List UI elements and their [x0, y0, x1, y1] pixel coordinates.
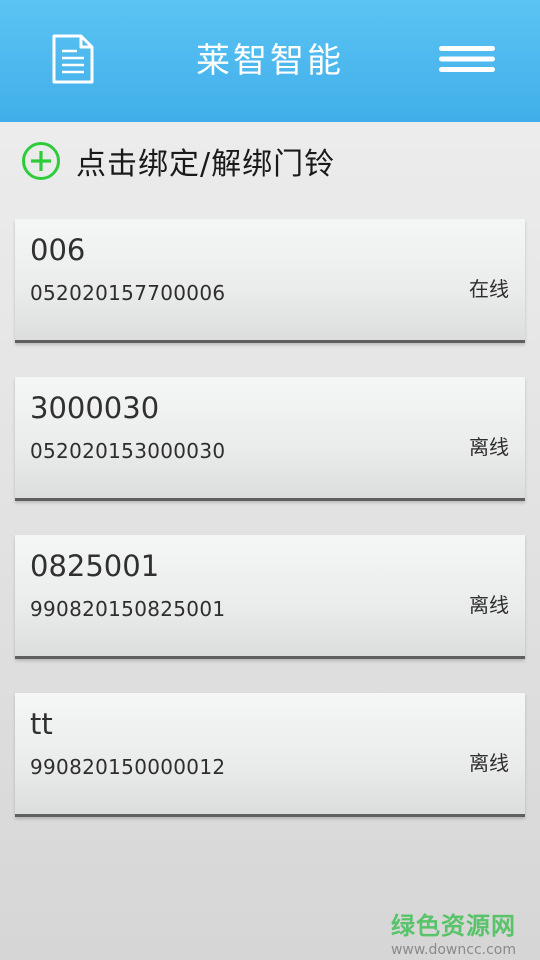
device-name: 006: [30, 233, 86, 267]
device-id: 990820150825001: [30, 597, 226, 621]
device-status: 离线: [469, 435, 509, 459]
device-card[interactable]: tt 990820150000012 离线: [15, 693, 525, 817]
device-card[interactable]: 006 052020157700006 在线: [15, 219, 525, 343]
watermark-url: www.downcc.com: [390, 942, 516, 958]
device-name: 3000030: [30, 391, 160, 425]
bind-unbind-label: 点击绑定/解绑门铃: [76, 147, 336, 182]
menu-icon: [439, 46, 495, 72]
device-status: 离线: [469, 751, 509, 775]
device-id: 052020157700006: [30, 281, 226, 305]
device-id: 990820150000012: [30, 755, 226, 779]
device-card[interactable]: 3000030 052020153000030 离线: [15, 377, 525, 501]
watermark-title: 绿色资源网: [391, 912, 516, 940]
watermark: 绿色资源网 www.downcc.com: [391, 906, 516, 958]
device-card[interactable]: 0825001 990820150825001 离线: [15, 535, 525, 659]
menu-button[interactable]: [432, 38, 502, 80]
app-header: 莱智智能: [0, 0, 540, 122]
device-status: 在线: [469, 277, 509, 301]
device-id: 052020153000030: [30, 439, 226, 463]
device-name: 0825001: [30, 549, 160, 583]
bind-unbind-doorbell-button[interactable]: 点击绑定/解绑门铃: [14, 134, 434, 188]
device-status: 离线: [469, 593, 509, 617]
device-name: tt: [30, 707, 53, 741]
plus-circle-icon: [14, 134, 68, 188]
